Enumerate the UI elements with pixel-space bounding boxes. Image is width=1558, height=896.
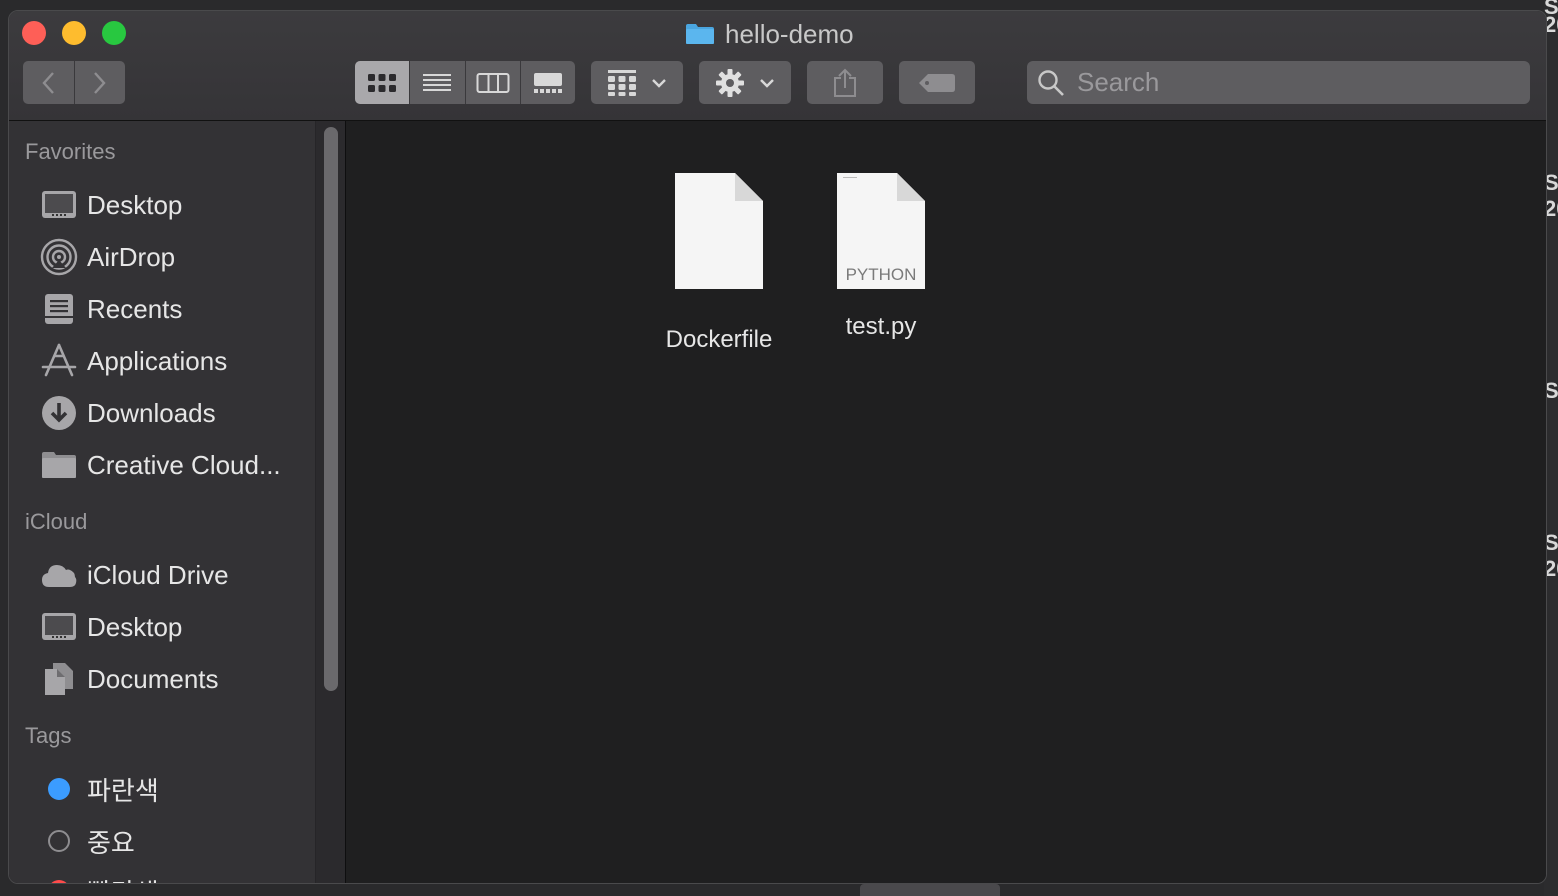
sidebar-item-airdrop[interactable]: AirDrop [39,237,175,277]
sidebar-item-recents[interactable]: Recents [39,289,182,329]
sidebar-header-favorites: Favorites [25,139,116,164]
scrollbar-thumb[interactable] [324,127,338,691]
sidebar-item-icloud-drive[interactable]: iCloud Drive [39,555,229,595]
file-item-test-py[interactable]: PYTHON test.py [806,171,956,341]
tag-color-dot [39,821,79,861]
close-window-button[interactable] [22,21,46,45]
folder-icon [39,445,79,485]
sidebar-item-label: iCloud Drive [87,559,229,590]
action-menu-button[interactable] [699,61,791,104]
tag-color-dot [39,871,79,883]
file-name: Dockerfile [665,326,773,353]
sidebar-item-label: Downloads [87,397,216,428]
sidebar-item-label: Desktop [87,189,183,220]
desktop-icon [39,607,79,647]
sidebar-item-applications[interactable]: Applications [39,341,227,381]
sidebar-item-label: 빨간색 [87,873,159,884]
back-button[interactable] [23,61,74,104]
documents-icon [39,659,79,699]
chevron-right-icon [93,71,106,94]
sidebar-header-tags: Tags [25,723,72,748]
folder-icon [685,23,715,45]
sidebar-item-tag-important[interactable]: 중요 [39,821,135,861]
file-type-badge: PYTHON [845,265,917,284]
sidebar-item-label: Creative Cloud... [87,449,281,480]
sidebar-item-label: 중요 [87,827,135,858]
search-icon [1038,69,1064,96]
search-input[interactable] [1075,66,1519,99]
chevron-down-icon [760,78,774,88]
window-title: hello-demo [685,19,854,49]
search-field[interactable] [1027,61,1530,104]
cloud-icon [39,555,79,595]
list-view-icon [423,73,452,91]
sidebar-item-desktop[interactable]: Desktop [39,185,182,225]
sidebar-item-icloud-desktop[interactable]: Desktop [39,607,182,647]
gallery-view-icon [533,72,562,93]
file-item-dockerfile[interactable]: Dockerfile [644,171,794,354]
icon-view-button[interactable] [355,61,410,104]
window-title-text: hello-demo [725,18,854,49]
sidebar-item-label: 파란색 [87,775,159,806]
tag-icon [919,73,955,92]
maximize-window-button[interactable] [102,21,126,45]
sidebar-item-label: Recents [87,293,183,324]
sidebar-item-tag-red[interactable]: 빨간색 [39,871,159,883]
chevron-left-icon [42,71,55,94]
toolbar: hello-demo [9,11,1546,121]
finder-window: hello-demo Search Favorites Desktop AirD… [8,10,1547,884]
sidebar-item-label: AirDrop [87,241,176,272]
downloads-icon [39,393,79,433]
group-by-button[interactable] [591,61,683,104]
airdrop-icon [39,237,79,277]
view-mode-selector [355,61,575,104]
navigation-buttons [23,61,125,104]
list-view-button[interactable] [409,61,464,104]
file-area: Dockerfile PYTHON test.py [346,121,1546,883]
sidebar-item-label: Applications [87,345,228,376]
tags-button[interactable] [899,61,975,104]
gear-icon [716,68,744,97]
desktop-icon [39,185,79,225]
tag-color-dot [39,769,79,809]
sidebar: Favorites Desktop AirDrop Recents Applic… [9,121,346,883]
column-view-button[interactable] [464,61,520,104]
chevron-down-icon [652,78,666,88]
sidebar-scrollbar[interactable] [315,121,345,883]
sidebar-item-tag-blue[interactable]: 파란색 [39,769,159,809]
background-window-edge [860,884,1000,896]
recents-icon [39,289,79,329]
forward-button[interactable] [73,61,126,104]
python-file-icon: PYTHON [835,171,927,291]
applications-icon [39,341,79,381]
sidebar-item-label: Desktop [87,611,183,642]
sidebar-item-documents[interactable]: Documents [39,659,219,699]
column-view-icon [476,72,510,93]
group-grid-icon [608,69,636,96]
minimize-window-button[interactable] [62,21,86,45]
share-icon [834,68,856,97]
file-name: test.py [845,313,917,340]
sidebar-item-creative-cloud[interactable]: Creative Cloud... [39,445,281,485]
sidebar-item-label: Documents [87,663,219,694]
sidebar-item-downloads[interactable]: Downloads [39,393,216,433]
sidebar-header-icloud: iCloud [25,509,88,534]
icon-view-icon [368,73,397,92]
share-button[interactable] [807,61,883,104]
document-icon [675,173,763,289]
gallery-view-button[interactable] [519,61,575,104]
